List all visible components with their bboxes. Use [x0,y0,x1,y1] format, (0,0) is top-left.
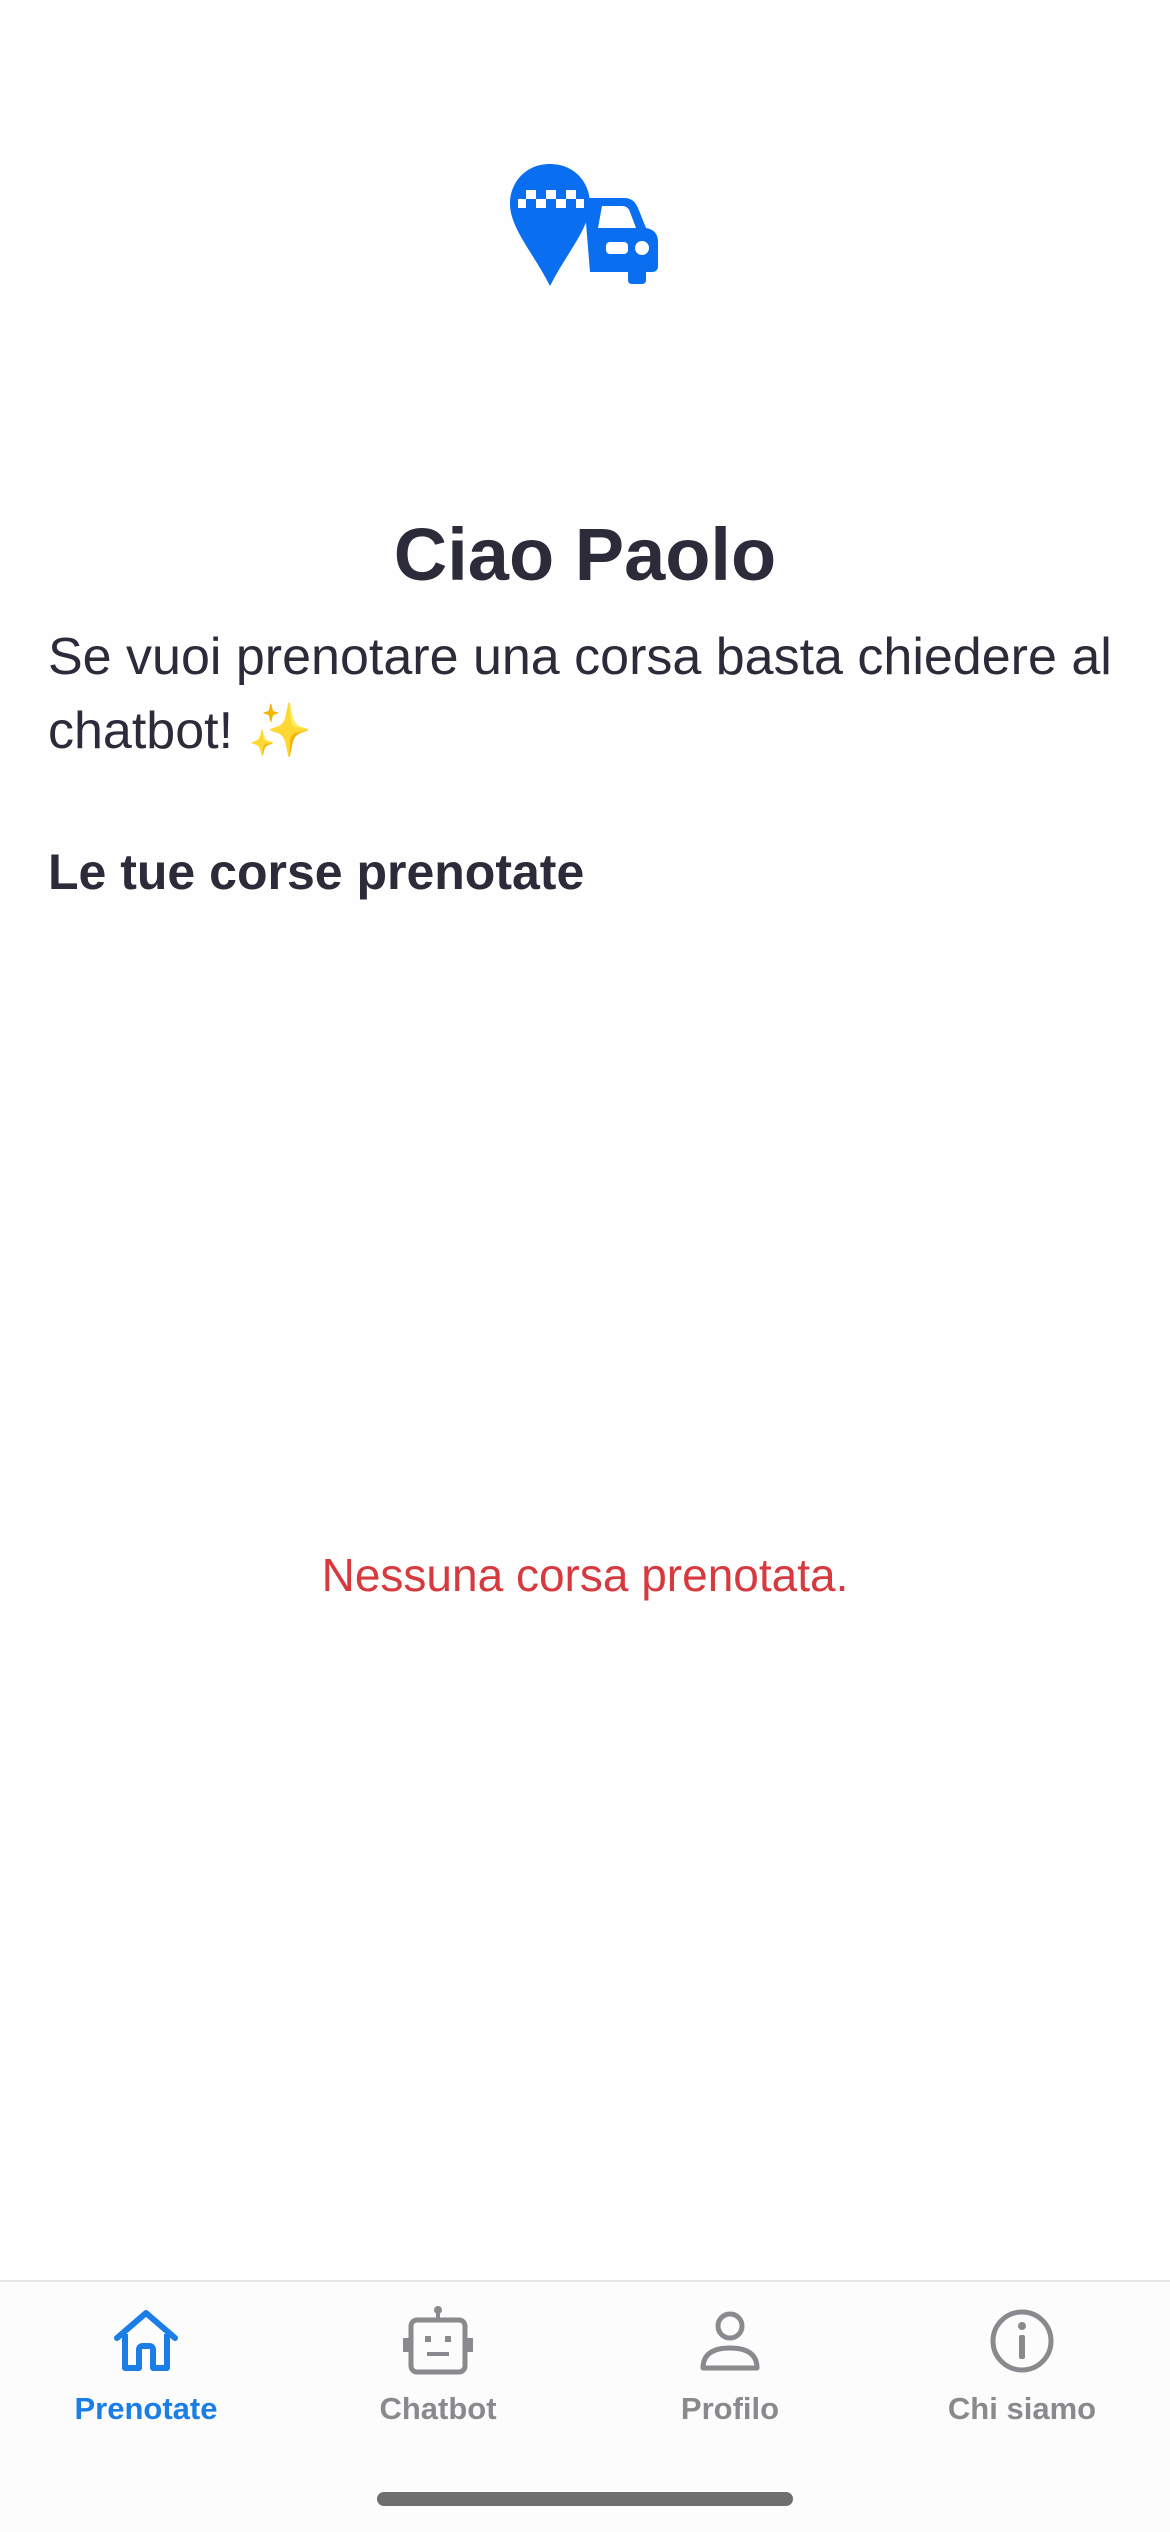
tab-label: Prenotate [74,2391,218,2426]
tab-chatbot[interactable]: Chatbot [292,2304,584,2454]
greeting-title: Ciao Paolo [393,513,777,596]
home-icon [109,2304,183,2378]
tab-prenotate[interactable]: Prenotate [0,2304,292,2454]
tab-label: Chi siamo [947,2391,1097,2426]
taxi-logo-icon [506,158,664,292]
tab-profilo[interactable]: Profilo [584,2304,876,2454]
info-icon [985,2304,1059,2378]
robot-icon [401,2304,475,2378]
app-screen: Ciao Paolo Se vuoi prenotare una corsa b… [0,0,1170,2532]
chatbot-hint-text: Se vuoi prenotare una corsa basta chiede… [48,628,1112,760]
no-rides-message: Nessuna corsa prenotata. [321,1549,849,1601]
tab-label: Profilo [680,2391,780,2426]
home-indicator[interactable] [377,2492,793,2506]
booked-rides-heading: Le tue corse prenotate [48,844,585,900]
tab-chi-siamo[interactable]: Chi siamo [876,2304,1168,2454]
person-icon [693,2304,767,2378]
tab-label: Chatbot [379,2391,497,2426]
